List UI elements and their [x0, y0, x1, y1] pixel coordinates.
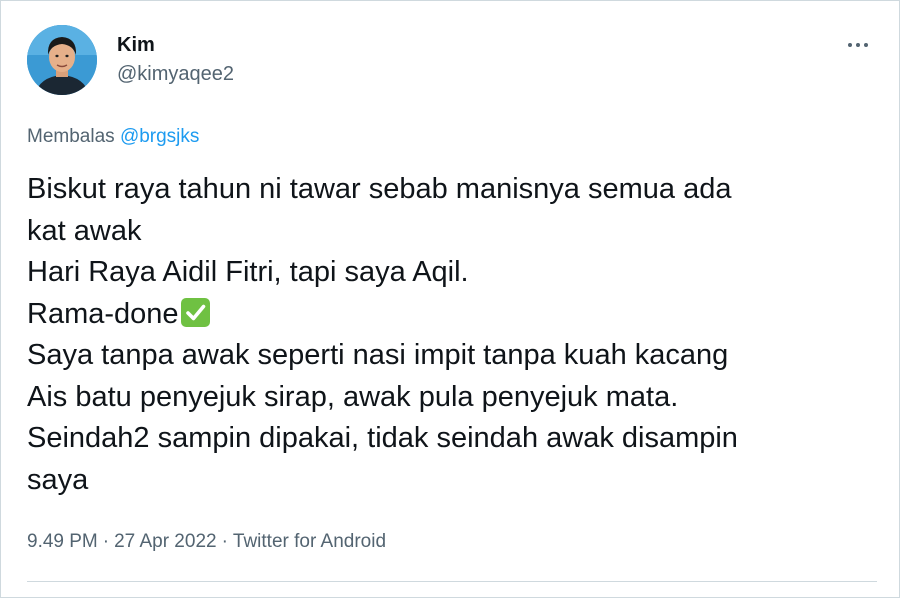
tweet-card: Kim @kimyaqee2 Membalas @brgsjks Biskut … [0, 0, 900, 598]
tweet-meta: 9.49 PM · 27 Apr 2022 · Twitter for Android [27, 530, 386, 554]
meta-separator: · [102, 531, 110, 552]
tweet-line-text: Rama-done [27, 297, 179, 330]
author-handle[interactable]: @kimyaqee2 [117, 62, 234, 86]
tweet-line: Seindah2 sampin dipakai, tidak seindah a… [27, 422, 738, 454]
tweet-line: Saya tanpa awak seperti nasi impit tanpa… [27, 339, 729, 371]
reply-prefix: Membalas [27, 126, 115, 147]
tweet-line: Biskut raya tahun ni tawar sebab manisny… [27, 173, 732, 205]
check-mark-button-icon [180, 297, 210, 327]
tweet-source-link[interactable]: Twitter for Android [233, 531, 386, 552]
avatar[interactable] [27, 25, 97, 95]
more-options-button[interactable] [841, 31, 875, 59]
profile-photo-icon [27, 25, 97, 95]
ellipsis-icon [848, 43, 852, 47]
tweet-time-link[interactable]: 9.49 PM [27, 531, 98, 552]
tweet-line-with-emoji: Rama-done [27, 294, 877, 336]
tweet-date-link[interactable]: 27 Apr 2022 [114, 531, 216, 552]
tweet-line: Ais batu penyejuk sirap, awak pula penye… [27, 380, 679, 413]
reply-mention-link[interactable]: @brgsjks [120, 126, 199, 147]
meta-separator: · [221, 531, 228, 552]
author-name[interactable]: Kim [117, 33, 155, 57]
tweet-line: kat awak [27, 214, 142, 247]
reply-context: Membalas @brgsjks [27, 125, 199, 149]
divider [27, 581, 877, 582]
tweet-line: saya [27, 463, 89, 496]
tweet-text: Biskut raya tahun ni tawar sebab manisny… [27, 169, 877, 501]
tweet-line: Hari Raya Aidil Fitri, tapi saya Aqil. [27, 256, 469, 288]
